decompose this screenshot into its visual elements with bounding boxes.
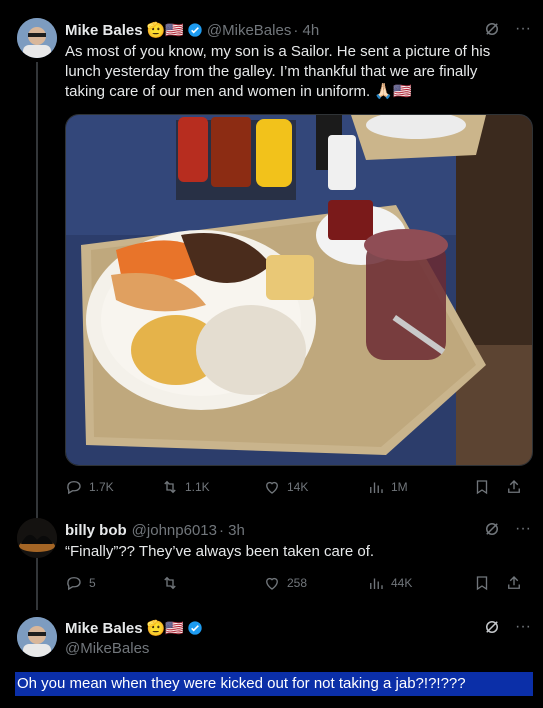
- tweet2-header: billy bob @johnp6013 · 3h: [65, 520, 245, 540]
- author-handle[interactable]: @johnp6013: [132, 522, 217, 539]
- views-count: 44K: [391, 576, 413, 590]
- text-line: lunch yesterday from the galley. I’m tha…: [65, 63, 478, 80]
- like-count: 258: [287, 576, 308, 590]
- name-emoji: 🫡🇺🇸: [146, 620, 184, 637]
- grok-icon[interactable]: [483, 520, 501, 538]
- author-name[interactable]: billy bob: [65, 522, 127, 539]
- author-name[interactable]: Mike Bales: [65, 22, 143, 39]
- tweet1-text: As most of you know, my son is a Sailor.…: [65, 42, 525, 102]
- tweet2-text: “Finally”?? They’ve always been taken ca…: [65, 543, 375, 560]
- reply-text-highlighted: Oh you mean when they were kicked out fo…: [15, 672, 533, 696]
- retweet-icon: [164, 576, 176, 590]
- views-icon: [370, 578, 383, 589]
- reply-count: 5: [89, 576, 96, 590]
- views-icon: [370, 482, 383, 493]
- views-count: 1M: [391, 480, 408, 494]
- reply-button[interactable]: 1.7K: [65, 478, 161, 496]
- bookmark-icon[interactable]: [473, 574, 491, 592]
- bookmark-share-group: [473, 478, 523, 496]
- tweet2-actions: 5 258 44K: [65, 573, 531, 593]
- avatar-mike-bales[interactable]: [17, 617, 57, 657]
- tweet3-handle-row: @MikeBales: [65, 638, 149, 658]
- like-button[interactable]: 14K: [263, 478, 367, 496]
- bookmark-share-group: [473, 574, 523, 592]
- retweet-button[interactable]: [161, 574, 263, 592]
- share-icon[interactable]: [505, 478, 523, 496]
- grok-icon[interactable]: [483, 618, 501, 636]
- verified-badge-icon: [188, 621, 202, 635]
- food-tray-photo: [66, 115, 532, 465]
- tweet3-top-icons: ···: [483, 618, 531, 636]
- text-line-with-emoji: taking care of our men and women in unif…: [65, 82, 525, 102]
- retweet-count: 1.1K: [185, 480, 210, 494]
- text-line: taking care of our men and women in unif…: [65, 83, 371, 100]
- tweet1-header: Mike Bales 🫡🇺🇸 @MikeBales · 4h: [65, 20, 319, 40]
- reply-button[interactable]: 5: [65, 574, 161, 592]
- timestamp[interactable]: · 3h: [219, 522, 245, 539]
- text-emoji: 🙏🏻🇺🇸: [374, 83, 412, 100]
- retweet-button[interactable]: 1.1K: [161, 478, 263, 496]
- reply-count: 1.7K: [89, 480, 114, 494]
- retweet-icon: [164, 480, 176, 494]
- tweet2-top-icons: ···: [483, 520, 531, 538]
- like-icon: [266, 481, 278, 494]
- more-icon[interactable]: ···: [515, 618, 531, 636]
- like-icon: [266, 577, 278, 590]
- avatar-mike-bales[interactable]: [17, 18, 57, 58]
- views-button[interactable]: 1M: [367, 478, 473, 496]
- share-icon[interactable]: [505, 574, 523, 592]
- avatar-billy-bob[interactable]: [17, 518, 57, 558]
- verified-badge-icon: [188, 23, 202, 37]
- grok-icon[interactable]: [483, 20, 501, 38]
- timestamp[interactable]: · 4h: [293, 22, 319, 39]
- tweet1-actions: 1.7K 1.1K 14K 1M: [65, 477, 531, 497]
- reply-icon: [67, 481, 81, 495]
- text-line: As most of you know, my son is a Sailor.…: [65, 43, 491, 60]
- like-button[interactable]: 258: [263, 574, 367, 592]
- tweet1-top-icons: ···: [483, 20, 531, 38]
- tweet3-header: Mike Bales 🫡🇺🇸: [65, 618, 203, 638]
- author-handle[interactable]: @MikeBales: [65, 640, 149, 657]
- tweet-image[interactable]: [65, 114, 533, 466]
- more-icon[interactable]: ···: [515, 520, 531, 538]
- reply-icon: [67, 577, 81, 591]
- bookmark-icon[interactable]: [473, 478, 491, 496]
- more-icon[interactable]: ···: [515, 20, 531, 38]
- author-name[interactable]: Mike Bales: [65, 620, 143, 637]
- author-handle[interactable]: @MikeBales: [207, 22, 291, 39]
- name-emoji: 🫡🇺🇸: [146, 22, 184, 39]
- views-button[interactable]: 44K: [367, 574, 473, 592]
- like-count: 14K: [287, 480, 309, 494]
